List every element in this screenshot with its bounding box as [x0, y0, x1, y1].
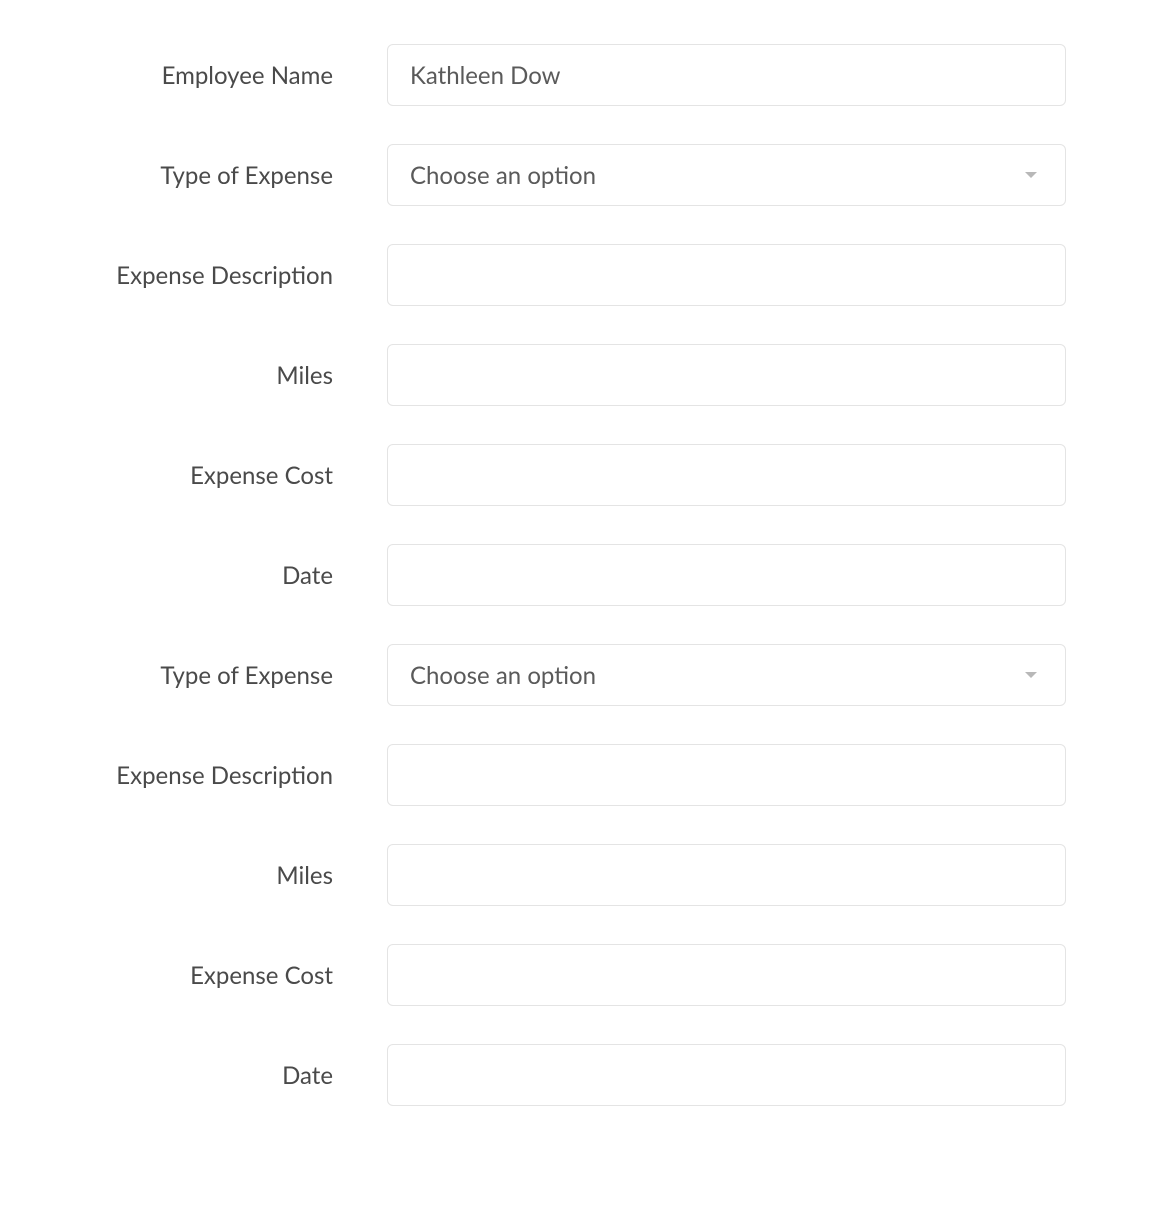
expense2-description-label: Expense Description: [100, 761, 333, 790]
expense1-type-row: Type of Expense Choose an option: [100, 144, 1066, 206]
expense1-type-input-wrap: Choose an option: [387, 144, 1066, 206]
expense2-description-row: Expense Description: [100, 744, 1066, 806]
expense2-cost-label: Expense Cost: [100, 961, 333, 990]
chevron-down-icon: [1025, 172, 1037, 178]
expense1-cost-input-wrap: [387, 444, 1066, 506]
expense2-cost-row: Expense Cost: [100, 944, 1066, 1006]
expense2-type-placeholder: Choose an option: [410, 661, 596, 690]
expense1-miles-row: Miles: [100, 344, 1066, 406]
expense1-miles-input[interactable]: [387, 344, 1066, 406]
expense2-type-label: Type of Expense: [100, 661, 333, 690]
expense2-miles-label: Miles: [100, 861, 333, 890]
expense1-date-input-wrap: [387, 544, 1066, 606]
expense2-type-row: Type of Expense Choose an option: [100, 644, 1066, 706]
expense2-date-input[interactable]: [387, 1044, 1066, 1106]
expense2-description-input[interactable]: [387, 744, 1066, 806]
expense1-description-input-wrap: [387, 244, 1066, 306]
expense1-date-row: Date: [100, 544, 1066, 606]
chevron-down-icon: [1025, 672, 1037, 678]
employee-name-row: Employee Name: [100, 44, 1066, 106]
employee-name-input[interactable]: [387, 44, 1066, 106]
expense1-type-label: Type of Expense: [100, 161, 333, 190]
expense1-description-input[interactable]: [387, 244, 1066, 306]
expense2-type-select[interactable]: Choose an option: [387, 644, 1066, 706]
expense2-date-label: Date: [100, 1061, 333, 1090]
expense1-miles-input-wrap: [387, 344, 1066, 406]
expense1-date-input[interactable]: [387, 544, 1066, 606]
expense2-cost-input-wrap: [387, 944, 1066, 1006]
employee-name-label: Employee Name: [100, 61, 333, 90]
expense2-date-row: Date: [100, 1044, 1066, 1106]
expense2-type-input-wrap: Choose an option: [387, 644, 1066, 706]
expense2-description-input-wrap: [387, 744, 1066, 806]
expense1-cost-label: Expense Cost: [100, 461, 333, 490]
expense1-description-label: Expense Description: [100, 261, 333, 290]
expense1-description-row: Expense Description: [100, 244, 1066, 306]
expense2-date-input-wrap: [387, 1044, 1066, 1106]
expense1-miles-label: Miles: [100, 361, 333, 390]
expense1-cost-input[interactable]: [387, 444, 1066, 506]
expense1-type-placeholder: Choose an option: [410, 161, 596, 190]
expense2-cost-input[interactable]: [387, 944, 1066, 1006]
expense2-miles-input[interactable]: [387, 844, 1066, 906]
expense2-miles-input-wrap: [387, 844, 1066, 906]
expense1-cost-row: Expense Cost: [100, 444, 1066, 506]
employee-name-input-wrap: [387, 44, 1066, 106]
expense2-miles-row: Miles: [100, 844, 1066, 906]
expense1-type-select[interactable]: Choose an option: [387, 144, 1066, 206]
expense1-date-label: Date: [100, 561, 333, 590]
